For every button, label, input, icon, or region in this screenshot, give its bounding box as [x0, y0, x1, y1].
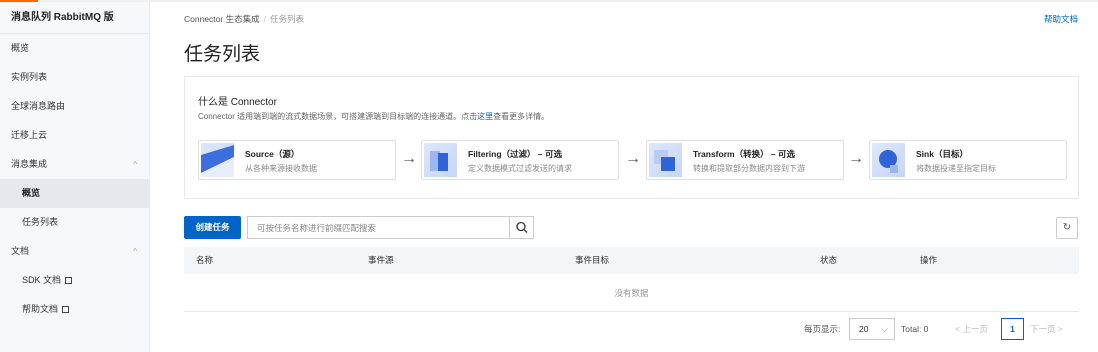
step-desc: 转换和提取部分数据内容到下游: [693, 164, 805, 173]
intro-details-link[interactable]: 这里: [477, 112, 493, 121]
help-docs-link[interactable]: 帮助文档: [1044, 13, 1078, 25]
intro-description: Connector 适用端到端的流式数据场景，可搭建源端到目标端的连接通道。点击…: [198, 111, 549, 122]
page-title: 任务列表: [184, 44, 261, 65]
page-number-current[interactable]: 1: [1001, 318, 1024, 340]
arrow-right-icon: →: [848, 150, 864, 167]
external-link-icon: [62, 306, 70, 313]
intro-desc-text: Connector 适用端到端的流式数据场景，可搭建源端到目标端的连接通道。点击: [198, 112, 478, 121]
refresh-icon: ↻: [1062, 222, 1072, 233]
external-link-icon: [65, 277, 73, 284]
sidebar-item-label: 迁移上云: [11, 130, 48, 140]
sidebar-item-label: 实例列表: [11, 72, 48, 82]
sidebar-item-integration-overview[interactable]: 概览: [0, 179, 149, 208]
sidebar-item-label: 全球消息路由: [11, 101, 66, 111]
table-header: 名称 事件源 事件目标 状态 操作: [184, 247, 1079, 274]
task-search-box: [247, 216, 534, 239]
breadcrumb-root[interactable]: Connector 生态集成: [184, 14, 260, 24]
sidebar-group-integration[interactable]: 消息集成 ^: [0, 150, 149, 179]
total-count: Total: 0: [901, 324, 929, 334]
step-label: Transform（转换） – 可选: [693, 149, 796, 159]
sidebar-item-migration[interactable]: 迁移上云: [0, 121, 149, 150]
column-header-actions: 操作: [920, 255, 938, 265]
sidebar-item-sdk-docs[interactable]: SDK 文档: [0, 266, 149, 295]
filter-illustration-icon: [424, 143, 457, 177]
arrow-right-icon: →: [401, 150, 417, 167]
intro-title: 什么是 Connector: [198, 97, 277, 108]
sidebar-item-task-list[interactable]: 任务列表: [0, 208, 149, 237]
step-desc: 定义数据模式过滤发送的请求: [468, 164, 572, 173]
step-transform: Transform（转换） – 可选 转换和提取部分数据内容到下游: [646, 140, 844, 180]
source-illustration-icon: [201, 143, 234, 177]
breadcrumb-current: 任务列表: [269, 14, 304, 24]
step-source: Source（源） 从各种来源接收数据: [198, 140, 396, 180]
sidebar-item-overview[interactable]: 概览: [0, 34, 149, 63]
step-desc: 将数据投递至指定目标: [916, 164, 996, 173]
column-header-status: 状态: [820, 255, 838, 265]
breadcrumb: Connector 生态集成 / 任务列表: [184, 13, 304, 25]
step-filtering: Filtering（过滤） – 可选 定义数据模式过滤发送的请求: [421, 140, 619, 180]
intro-desc-text-end: 查看更多详情。: [493, 112, 550, 121]
sidebar-item-label: 概览: [22, 188, 41, 198]
step-label: Source（源）: [245, 149, 300, 159]
sidebar-item-label: 消息集成: [11, 159, 48, 169]
step-sink: Sink（目标） 将数据投递至指定目标: [869, 140, 1067, 180]
step-label: Sink（目标）: [916, 149, 968, 159]
sidebar-item-label: SDK 文档: [22, 275, 62, 285]
sidebar-item-label: 任务列表: [22, 217, 59, 227]
transform-illustration-icon: [649, 143, 682, 177]
sidebar-group-docs[interactable]: 文档 ^: [0, 237, 149, 266]
page-size-label: 每页显示:: [804, 324, 841, 334]
sidebar-item-instances[interactable]: 实例列表: [0, 63, 149, 92]
chevron-up-icon: ^: [133, 160, 137, 169]
sidebar-item-label: 概览: [11, 43, 30, 53]
column-header-source: 事件源: [368, 255, 394, 265]
sink-illustration-icon: [872, 143, 905, 177]
sidebar-item-label: 帮助文档: [22, 304, 59, 314]
connector-intro-panel: 什么是 Connector Connector 适用端到端的流式数据场景，可搭建…: [184, 76, 1079, 199]
refresh-button[interactable]: ↻: [1056, 217, 1078, 239]
column-header-target: 事件目标: [575, 255, 610, 265]
create-task-button[interactable]: 创建任务: [184, 216, 241, 239]
step-label: Filtering（过滤） – 可选: [468, 149, 562, 159]
search-icon: [516, 221, 528, 233]
sidebar-item-label: 文档: [11, 246, 30, 256]
prev-page-button[interactable]: < 上一页: [955, 318, 988, 340]
page-size-value: 20: [859, 324, 869, 334]
column-header-name: 名称: [196, 255, 214, 265]
arrow-right-icon: →: [625, 150, 641, 167]
next-page-button[interactable]: 下一页 >: [1030, 318, 1063, 340]
sidebar-item-help-docs[interactable]: 帮助文档: [0, 295, 149, 324]
product-title: 消息队列 RabbitMQ 版: [0, 2, 149, 34]
sidebar: 消息队列 RabbitMQ 版 概览 实例列表 全球消息路由 迁移上云 消息集成…: [0, 2, 150, 352]
search-button[interactable]: [509, 217, 533, 238]
breadcrumb-separator: /: [263, 14, 266, 24]
empty-table-message: 没有数据: [184, 274, 1079, 312]
chevron-up-icon: ^: [133, 247, 137, 256]
chevron-down-icon: ⌵: [881, 324, 888, 334]
search-input[interactable]: [248, 217, 510, 238]
main-content: Connector 生态集成 / 任务列表 帮助文档 任务列表 什么是 Connec…: [150, 2, 1098, 352]
page-size-select[interactable]: 20 ⌵: [849, 318, 895, 340]
step-desc: 从各种来源接收数据: [245, 164, 317, 173]
sidebar-item-global-routing[interactable]: 全球消息路由: [0, 92, 149, 121]
